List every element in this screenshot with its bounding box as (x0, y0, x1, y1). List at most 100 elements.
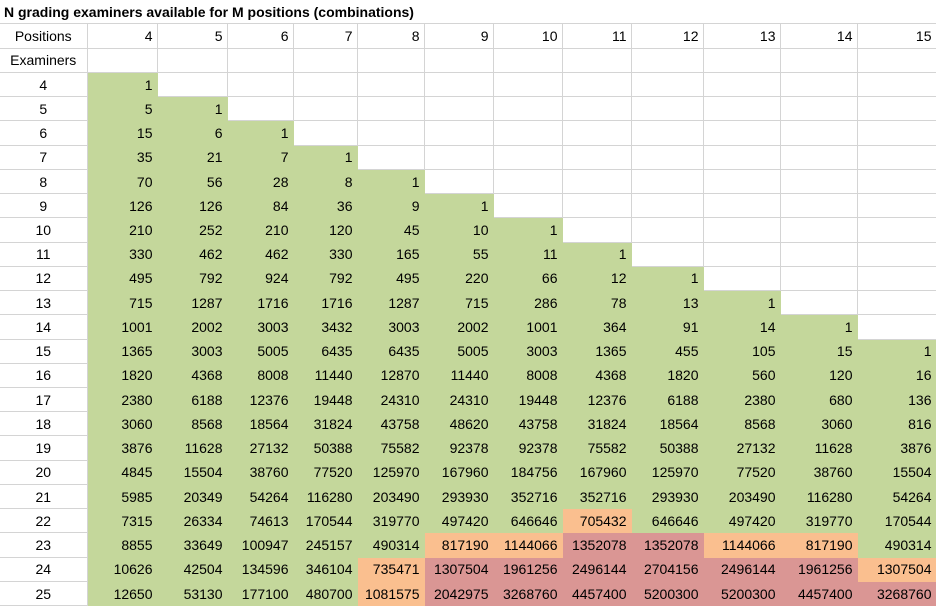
empty-cell[interactable] (424, 96, 494, 122)
combination-value-cell[interactable]: 1 (157, 96, 228, 122)
combination-value-cell[interactable]: 100947 (227, 532, 294, 558)
combination-value-cell[interactable]: 252 (157, 217, 228, 243)
empty-cell[interactable] (631, 145, 704, 170)
combination-value-cell[interactable]: 126 (87, 193, 158, 219)
combination-value-cell[interactable]: 715 (87, 290, 158, 316)
combination-value-cell[interactable]: 125970 (631, 460, 704, 485)
examiners-count-cell[interactable]: 20 (0, 460, 88, 485)
combination-value-cell[interactable]: 817190 (780, 532, 858, 558)
empty-cell[interactable] (562, 48, 632, 73)
combination-value-cell[interactable]: 1961256 (493, 557, 563, 582)
combination-value-cell[interactable]: 120 (780, 363, 858, 389)
combination-value-cell[interactable]: 16 (857, 363, 936, 389)
combination-value-cell[interactable]: 1001 (493, 314, 563, 340)
combination-value-cell[interactable]: 352716 (493, 484, 563, 510)
combination-value-cell[interactable]: 1144066 (703, 532, 781, 558)
empty-cell[interactable] (227, 72, 294, 98)
empty-cell[interactable] (780, 193, 858, 219)
position-header-cell[interactable]: 13 (703, 24, 781, 49)
combination-value-cell[interactable]: 120 (293, 217, 358, 243)
combination-value-cell[interactable]: 1081575 (357, 581, 425, 606)
combination-value-cell[interactable]: 28 (227, 169, 294, 195)
combination-value-cell[interactable]: 1 (424, 193, 494, 219)
combination-value-cell[interactable]: 1716 (293, 290, 358, 316)
combination-value-cell[interactable]: 2496144 (562, 557, 632, 582)
empty-cell[interactable] (857, 169, 936, 195)
combination-value-cell[interactable]: 715 (424, 290, 494, 316)
combination-value-cell[interactable]: 1 (631, 266, 704, 292)
empty-cell[interactable] (857, 145, 936, 170)
empty-cell[interactable] (631, 96, 704, 122)
empty-cell[interactable] (424, 145, 494, 170)
examiners-count-cell[interactable]: 8 (0, 169, 88, 195)
examiners-count-cell[interactable]: 5 (0, 96, 88, 122)
combination-value-cell[interactable]: 2704156 (631, 557, 704, 582)
combination-value-cell[interactable]: 74613 (227, 508, 294, 534)
empty-cell[interactable] (357, 48, 425, 73)
combination-value-cell[interactable]: 38760 (780, 460, 858, 485)
empty-cell[interactable] (703, 145, 781, 170)
empty-cell[interactable] (780, 96, 858, 122)
combination-value-cell[interactable]: 18564 (631, 411, 704, 437)
examiners-count-cell[interactable]: 16 (0, 363, 88, 389)
combination-value-cell[interactable]: 170544 (857, 508, 936, 534)
combination-value-cell[interactable]: 210 (87, 217, 158, 243)
empty-cell[interactable] (562, 217, 632, 243)
examiners-count-cell[interactable]: 17 (0, 387, 88, 413)
combination-value-cell[interactable]: 462 (157, 242, 228, 267)
empty-cell[interactable] (857, 314, 936, 340)
combination-value-cell[interactable]: 1820 (87, 363, 158, 389)
combination-value-cell[interactable]: 50388 (631, 435, 704, 461)
combination-value-cell[interactable]: 48620 (424, 411, 494, 437)
combination-value-cell[interactable]: 165 (357, 242, 425, 267)
empty-cell[interactable] (631, 242, 704, 267)
empty-cell[interactable] (357, 72, 425, 98)
combination-value-cell[interactable]: 177100 (227, 581, 294, 606)
combination-value-cell[interactable]: 1 (857, 339, 936, 364)
combination-value-cell[interactable]: 3060 (87, 411, 158, 437)
combination-value-cell[interactable]: 19448 (293, 387, 358, 413)
empty-cell[interactable] (631, 217, 704, 243)
examiners-count-cell[interactable]: 18 (0, 411, 88, 437)
combination-value-cell[interactable]: 330 (293, 242, 358, 267)
combination-value-cell[interactable]: 1287 (157, 290, 228, 316)
empty-cell[interactable] (157, 72, 228, 98)
position-header-cell[interactable]: 7 (293, 24, 358, 49)
combination-value-cell[interactable]: 24310 (424, 387, 494, 413)
combination-value-cell[interactable]: 12376 (562, 387, 632, 413)
examiners-count-cell[interactable]: 24 (0, 557, 88, 582)
combination-value-cell[interactable]: 11628 (157, 435, 228, 461)
combination-value-cell[interactable]: 286 (493, 290, 563, 316)
combination-value-cell[interactable]: 54264 (227, 484, 294, 510)
combination-value-cell[interactable]: 680 (780, 387, 858, 413)
empty-cell[interactable] (857, 96, 936, 122)
combination-value-cell[interactable]: 1001 (87, 314, 158, 340)
combination-value-cell[interactable]: 167960 (562, 460, 632, 485)
empty-cell[interactable] (493, 193, 563, 219)
combination-value-cell[interactable]: 45 (357, 217, 425, 243)
combination-value-cell[interactable]: 3876 (857, 435, 936, 461)
combination-value-cell[interactable]: 10 (424, 217, 494, 243)
combination-value-cell[interactable]: 54264 (857, 484, 936, 510)
combination-value-cell[interactable]: 490314 (357, 532, 425, 558)
combination-value-cell[interactable]: 6188 (631, 387, 704, 413)
combination-value-cell[interactable]: 792 (293, 266, 358, 292)
combination-value-cell[interactable]: 27132 (227, 435, 294, 461)
combination-value-cell[interactable]: 924 (227, 266, 294, 292)
position-header-cell[interactable]: 15 (857, 24, 936, 49)
empty-cell[interactable] (703, 193, 781, 219)
combination-value-cell[interactable]: 705432 (562, 508, 632, 534)
combination-value-cell[interactable]: 1365 (562, 339, 632, 364)
combination-value-cell[interactable]: 8568 (157, 411, 228, 437)
combination-value-cell[interactable]: 2380 (703, 387, 781, 413)
position-header-cell[interactable]: 14 (780, 24, 858, 49)
examiners-count-cell[interactable]: 21 (0, 484, 88, 510)
combination-value-cell[interactable]: 91 (631, 314, 704, 340)
combination-value-cell[interactable]: 7315 (87, 508, 158, 534)
combination-value-cell[interactable]: 10626 (87, 557, 158, 582)
combination-value-cell[interactable]: 6188 (157, 387, 228, 413)
combination-value-cell[interactable]: 293930 (424, 484, 494, 510)
examiners-count-cell[interactable]: 7 (0, 145, 88, 170)
examiners-count-cell[interactable]: 19 (0, 435, 88, 461)
empty-cell[interactable] (562, 145, 632, 170)
